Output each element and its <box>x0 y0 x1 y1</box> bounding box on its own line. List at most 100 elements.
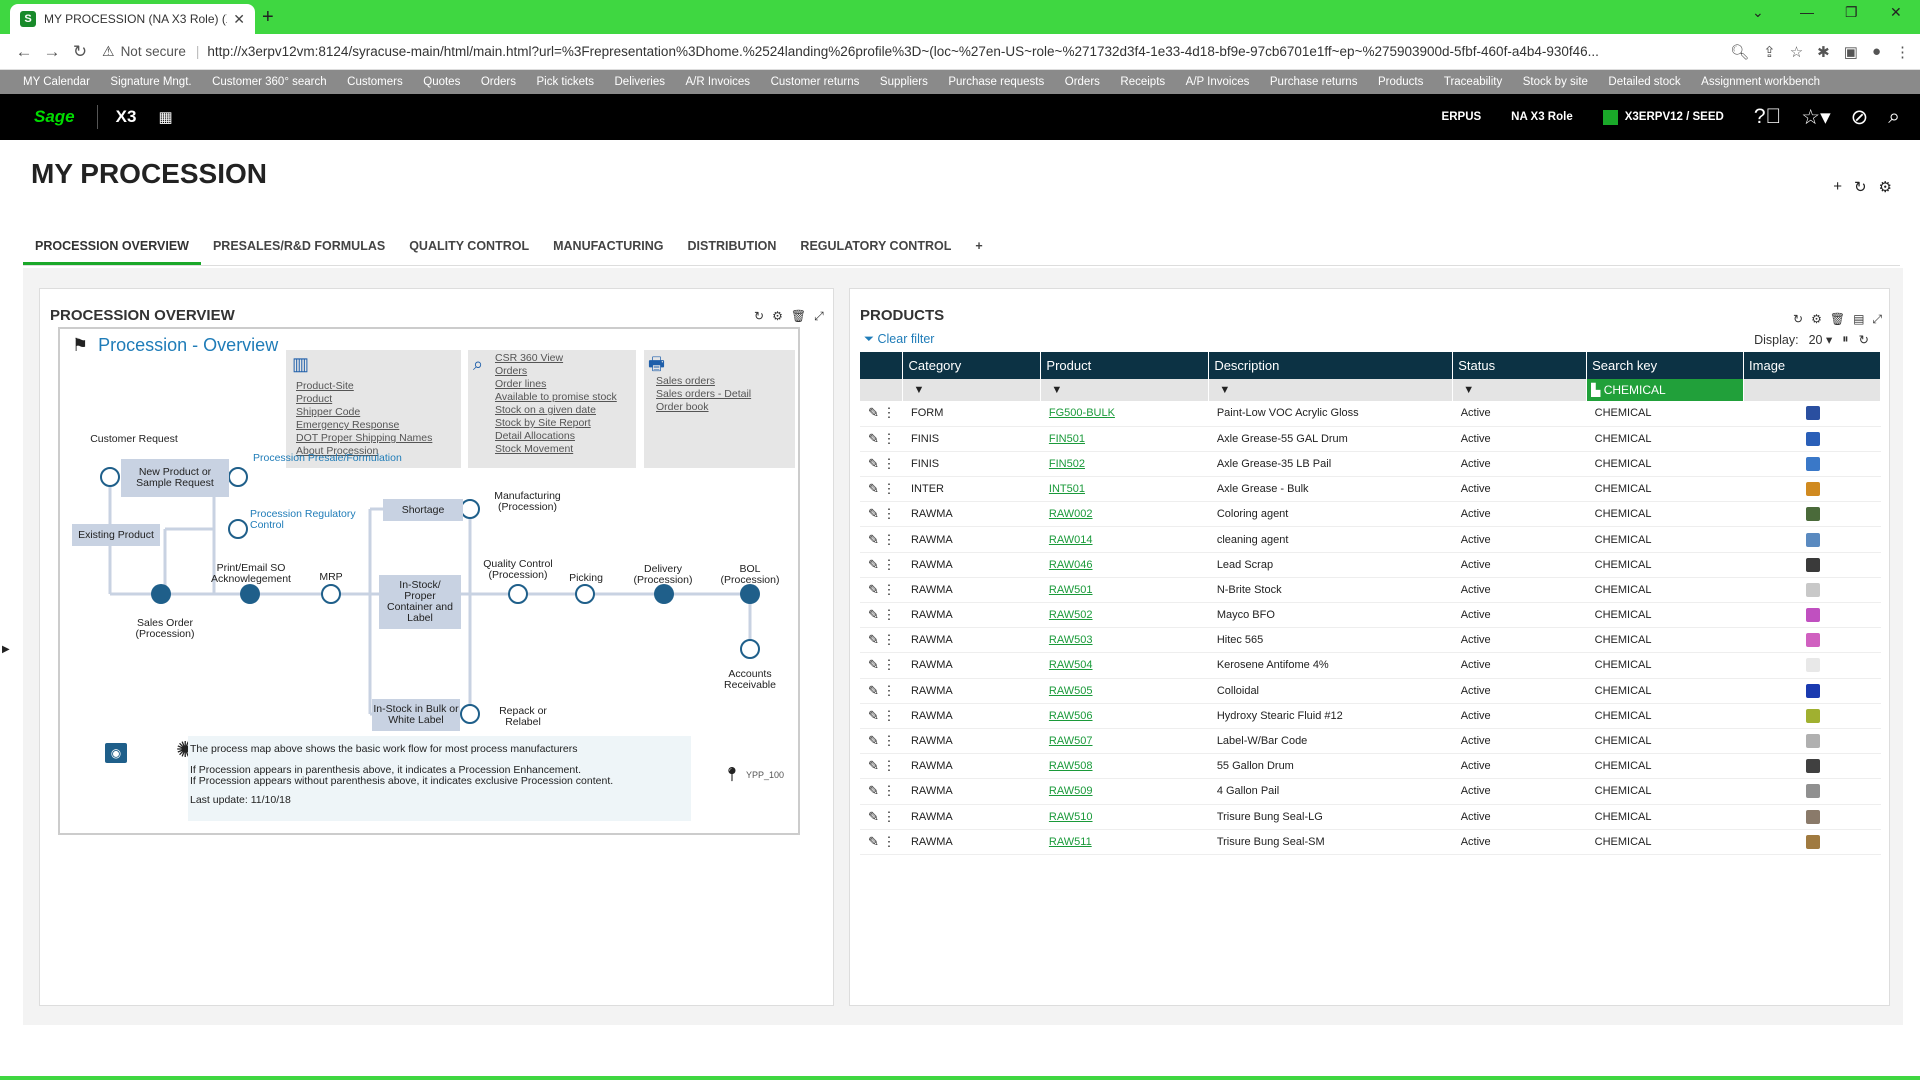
add-icon[interactable]: + <box>1833 178 1842 196</box>
flow-new-product[interactable]: New Product or Sample Request <box>121 459 229 497</box>
minimize-icon[interactable]: — <box>1800 4 1814 20</box>
description-filter-icon[interactable]: ▼ <box>1208 379 1454 401</box>
bookmark-item[interactable]: Signature Mngt. <box>110 76 191 88</box>
edit-pencil-icon[interactable]: ✎ <box>868 809 879 824</box>
table-row[interactable]: ✎ ⋮ RAWMA RAW507 Label-W/Bar Code Active CHEM… <box>860 728 1881 755</box>
pause-icon[interactable]: ⏸ <box>1842 332 1848 347</box>
bookmark-item[interactable]: Orders <box>1065 76 1100 88</box>
tab-regulatory-control[interactable]: REGULATORY CONTROL <box>788 230 963 265</box>
product-thumbnail[interactable] <box>1805 582 1820 597</box>
product-thumbnail[interactable] <box>1805 507 1820 522</box>
expand-icon[interactable]: ⤢ <box>1872 312 1882 327</box>
help-icon[interactable]: ?⃝ <box>1754 105 1781 129</box>
product-thumbnail[interactable] <box>1805 734 1820 749</box>
table-row[interactable]: ✎ ⋮ RAWMA RAW505 Colloidal Active CHEMICAL <box>860 678 1881 704</box>
profile-icon[interactable]: ● <box>1872 43 1881 61</box>
expand-icon[interactable]: ⤢ <box>814 309 824 324</box>
search-key-filter[interactable]: ▙ CHEMICAL <box>1586 379 1745 401</box>
more-options-icon[interactable]: ⋮ <box>883 456 896 471</box>
bookmark-item[interactable]: Quotes <box>423 76 460 88</box>
bookmark-item[interactable]: Detailed stock <box>1608 76 1680 88</box>
more-options-icon[interactable]: ⋮ <box>883 557 896 572</box>
share-icon[interactable]: ⇪ <box>1763 43 1776 61</box>
bookmark-item[interactable]: Customers <box>347 76 403 88</box>
product-thumbnail[interactable] <box>1805 809 1820 824</box>
bookmark-item[interactable]: Receipts <box>1120 76 1165 88</box>
edit-pencil-icon[interactable]: ✎ <box>868 582 879 597</box>
tab-quality-control[interactable]: QUALITY CONTROL <box>397 230 541 265</box>
table-row[interactable]: ✎ ⋮ RAWMA RAW002 Coloring agent Active CHEMIC… <box>860 501 1881 528</box>
refresh-icon[interactable]: ↻ <box>1793 312 1803 327</box>
grid-view-icon[interactable]: ▤ <box>1853 312 1864 327</box>
product-thumbnail[interactable] <box>1805 406 1820 421</box>
bookmark-item[interactable]: Products <box>1378 76 1423 88</box>
role-selector[interactable]: NA X3 Role <box>1511 111 1573 123</box>
more-options-icon[interactable]: ⋮ <box>883 607 896 622</box>
chevron-down-icon[interactable]: ⌄ <box>1752 4 1764 21</box>
edit-pencil-icon[interactable]: ✎ <box>868 708 879 723</box>
edit-pencil-icon[interactable]: ✎ <box>868 733 879 748</box>
bookmark-item[interactable]: Purchase requests <box>948 76 1044 88</box>
url-field[interactable]: ⚠ Not secure | http://x3erpv12vm:8124/sy… <box>102 38 1720 66</box>
table-row[interactable]: ✎ ⋮ RAWMA RAW506 Hydroxy Stearic Fluid #12 A… <box>860 703 1881 729</box>
table-row[interactable]: ✎ ⋮ RAWMA RAW510 Trisure Bung Seal-LG Active… <box>860 804 1881 830</box>
bookmark-item[interactable]: Suppliers <box>880 76 928 88</box>
gear-icon[interactable]: ⚙ <box>772 309 783 324</box>
table-row[interactable]: ✎ ⋮ RAWMA RAW509 4 Gallon Pail Active CHEMICA… <box>860 778 1881 805</box>
refresh-icon[interactable]: ↻ <box>1859 332 1869 347</box>
flow-instock-bulk[interactable]: In-Stock in Bulk or White Label <box>372 699 460 731</box>
product-thumbnail[interactable] <box>1805 759 1820 774</box>
bookmark-item[interactable]: Pick tickets <box>536 76 594 88</box>
bookmark-item[interactable]: Customer 360° search <box>212 76 327 88</box>
table-row[interactable]: ✎ ⋮ FINIS FIN501 Axle Grease-55 GAL Drum Act… <box>860 426 1881 452</box>
column-search-key[interactable]: Search key <box>1586 352 1745 379</box>
table-row[interactable]: ✎ ⋮ RAWMA RAW502 Mayco BFO Active CHEMICAL <box>860 602 1881 629</box>
tab-procession-overview[interactable]: PROCESSION OVERVIEW <box>23 230 201 265</box>
table-row[interactable]: ✎ ⋮ RAWMA RAW014 cleaning agent Active CHEMIC… <box>860 526 1881 553</box>
flow-presale[interactable]: Procession Presale/Formulation <box>253 453 423 464</box>
bookmark-item[interactable]: Stock by site <box>1523 76 1588 88</box>
navigation-compass-icon[interactable]: ⊘ <box>1851 105 1869 130</box>
edit-pencil-icon[interactable]: ✎ <box>868 431 879 446</box>
refresh-icon[interactable]: ↻ <box>754 309 764 324</box>
favorites-star-icon[interactable]: ☆▾ <box>1801 105 1830 130</box>
bookmark-item[interactable]: Deliveries <box>615 76 666 88</box>
more-options-icon[interactable]: ⋮ <box>883 809 896 824</box>
gear-icon[interactable]: ⚙ <box>1879 178 1892 196</box>
product-link[interactable]: RAW506 <box>1049 710 1093 722</box>
edit-pencil-icon[interactable]: ✎ <box>868 783 879 798</box>
tab-manufacturing[interactable]: MANUFACTURING <box>541 230 675 265</box>
table-row[interactable]: ✎ ⋮ RAWMA RAW501 N-Brite Stock Active CHEMICA… <box>860 577 1881 604</box>
collapse-arrow-icon[interactable]: ▶ <box>2 644 10 655</box>
add-tab-button[interactable]: + <box>963 230 994 265</box>
more-options-icon[interactable]: ⋮ <box>883 733 896 748</box>
product-link[interactable]: RAW507 <box>1049 735 1093 747</box>
table-row[interactable]: ✎ ⋮ RAWMA RAW046 Lead Scrap Active CHEMICAL <box>860 552 1881 578</box>
product-link[interactable]: RAW509 <box>1049 785 1093 797</box>
edit-pencil-icon[interactable]: ✎ <box>868 532 879 547</box>
edit-pencil-icon[interactable]: ✎ <box>868 405 879 420</box>
trash-icon[interactable]: 🗑︎ <box>791 309 806 324</box>
zoom-icon[interactable]: 🔍︎ <box>1730 43 1749 61</box>
search-icon[interactable]: ⌕ <box>1888 105 1900 129</box>
column-image[interactable]: Image <box>1743 352 1881 379</box>
product-link[interactable]: FIN502 <box>1049 458 1085 470</box>
close-window-icon[interactable]: ✕ <box>1890 4 1902 21</box>
product-link[interactable]: RAW501 <box>1049 584 1093 596</box>
refresh-icon[interactable]: ↻ <box>1854 178 1867 196</box>
product-thumbnail[interactable] <box>1805 456 1820 471</box>
forward-icon[interactable]: → <box>38 42 66 62</box>
tab-distribution[interactable]: DISTRIBUTION <box>676 230 789 265</box>
extensions-icon[interactable]: ✱ <box>1817 43 1830 61</box>
edit-pencil-icon[interactable]: ✎ <box>868 481 879 496</box>
flow-regulatory[interactable]: Procession Regulatory Control <box>250 509 365 531</box>
bookmark-item[interactable]: A/P Invoices <box>1186 76 1250 88</box>
product-thumbnail[interactable] <box>1805 557 1820 572</box>
more-options-icon[interactable]: ⋮ <box>883 632 896 647</box>
company-selector[interactable]: ERPUS <box>1442 111 1482 123</box>
browser-tab[interactable]: S MY PROCESSION (NA X3 Role) (X ✕ <box>10 4 255 34</box>
reload-icon[interactable]: ↻ <box>66 42 94 62</box>
product-thumbnail[interactable] <box>1805 482 1820 497</box>
menu-icon[interactable]: ⋮ <box>1895 43 1910 61</box>
sage-logo[interactable]: Sage <box>34 107 75 127</box>
